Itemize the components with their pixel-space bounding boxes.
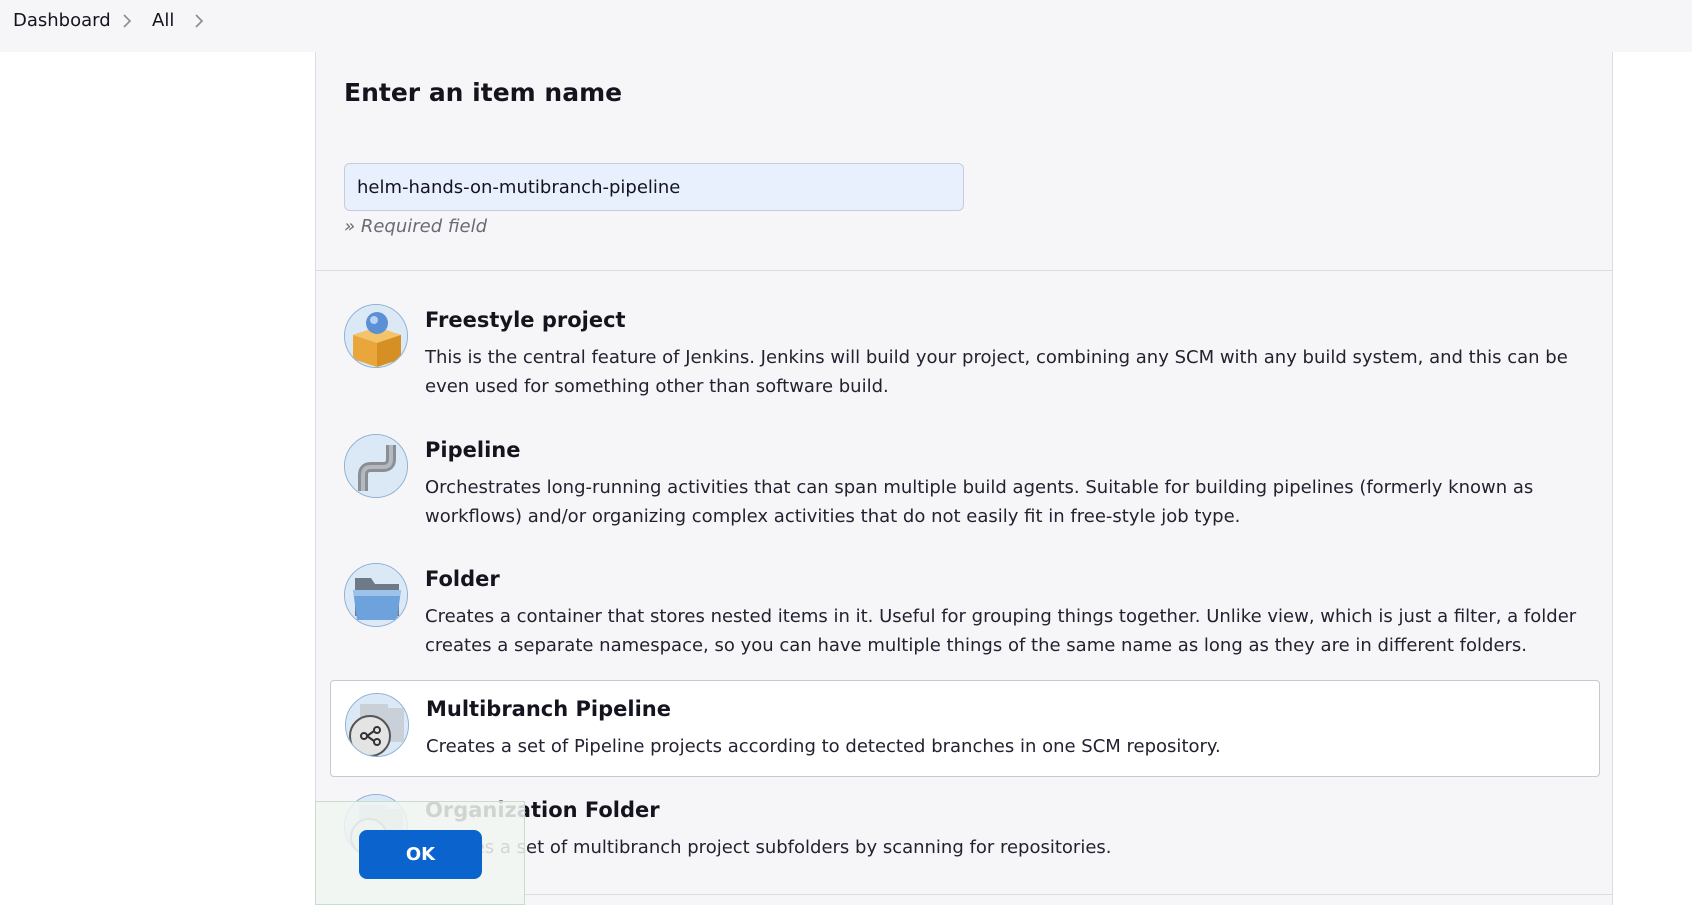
breadcrumb: Dashboard All <box>0 0 1692 52</box>
item-type-description: Orchestrates long-running activities tha… <box>425 477 1534 527</box>
item-name-input[interactable] <box>344 163 964 211</box>
item-name-section: Enter an item name » Required field <box>316 52 1612 271</box>
item-type-title: Freestyle project <box>425 308 626 332</box>
breadcrumb-dashboard[interactable]: Dashboard <box>13 10 111 32</box>
freestyle-project-icon <box>344 304 408 368</box>
pipeline-icon <box>344 434 408 498</box>
section-divider <box>525 894 1613 895</box>
chevron-right-icon <box>120 14 134 28</box>
folder-icon <box>344 563 408 627</box>
item-type-multibranch-pipeline[interactable]: Multibranch Pipeline Creates a set of Pi… <box>330 680 1600 777</box>
required-field-note: » Required field <box>344 216 487 237</box>
item-type-title: Pipeline <box>425 438 521 462</box>
item-type-description: Creates a set of multibranch project sub… <box>425 837 1112 858</box>
item-type-description: This is the central feature of Jenkins. … <box>425 347 1568 397</box>
item-type-freestyle-project[interactable]: Freestyle project This is the central fe… <box>344 304 1588 414</box>
multibranch-pipeline-icon <box>345 693 409 757</box>
item-type-title: Folder <box>425 567 500 591</box>
item-type-title: Multibranch Pipeline <box>426 697 671 721</box>
breadcrumb-all[interactable]: All <box>152 10 174 32</box>
ok-button-bar: OK <box>315 801 525 905</box>
page-title: Enter an item name <box>344 78 623 107</box>
item-type-description: Creates a container that stores nested i… <box>425 606 1577 656</box>
item-type-organization-folder[interactable]: Organization Folder Creates a set of mul… <box>344 794 1588 894</box>
new-item-panel: Enter an item name » Required field Free… <box>315 52 1613 905</box>
item-type-description: Creates a set of Pipeline projects accor… <box>426 736 1221 757</box>
chevron-right-icon[interactable] <box>192 14 206 28</box>
item-type-folder[interactable]: Folder Creates a container that stores n… <box>344 563 1588 673</box>
item-type-pipeline[interactable]: Pipeline Orchestrates long-running activ… <box>344 434 1588 544</box>
ok-button[interactable]: OK <box>359 830 482 879</box>
